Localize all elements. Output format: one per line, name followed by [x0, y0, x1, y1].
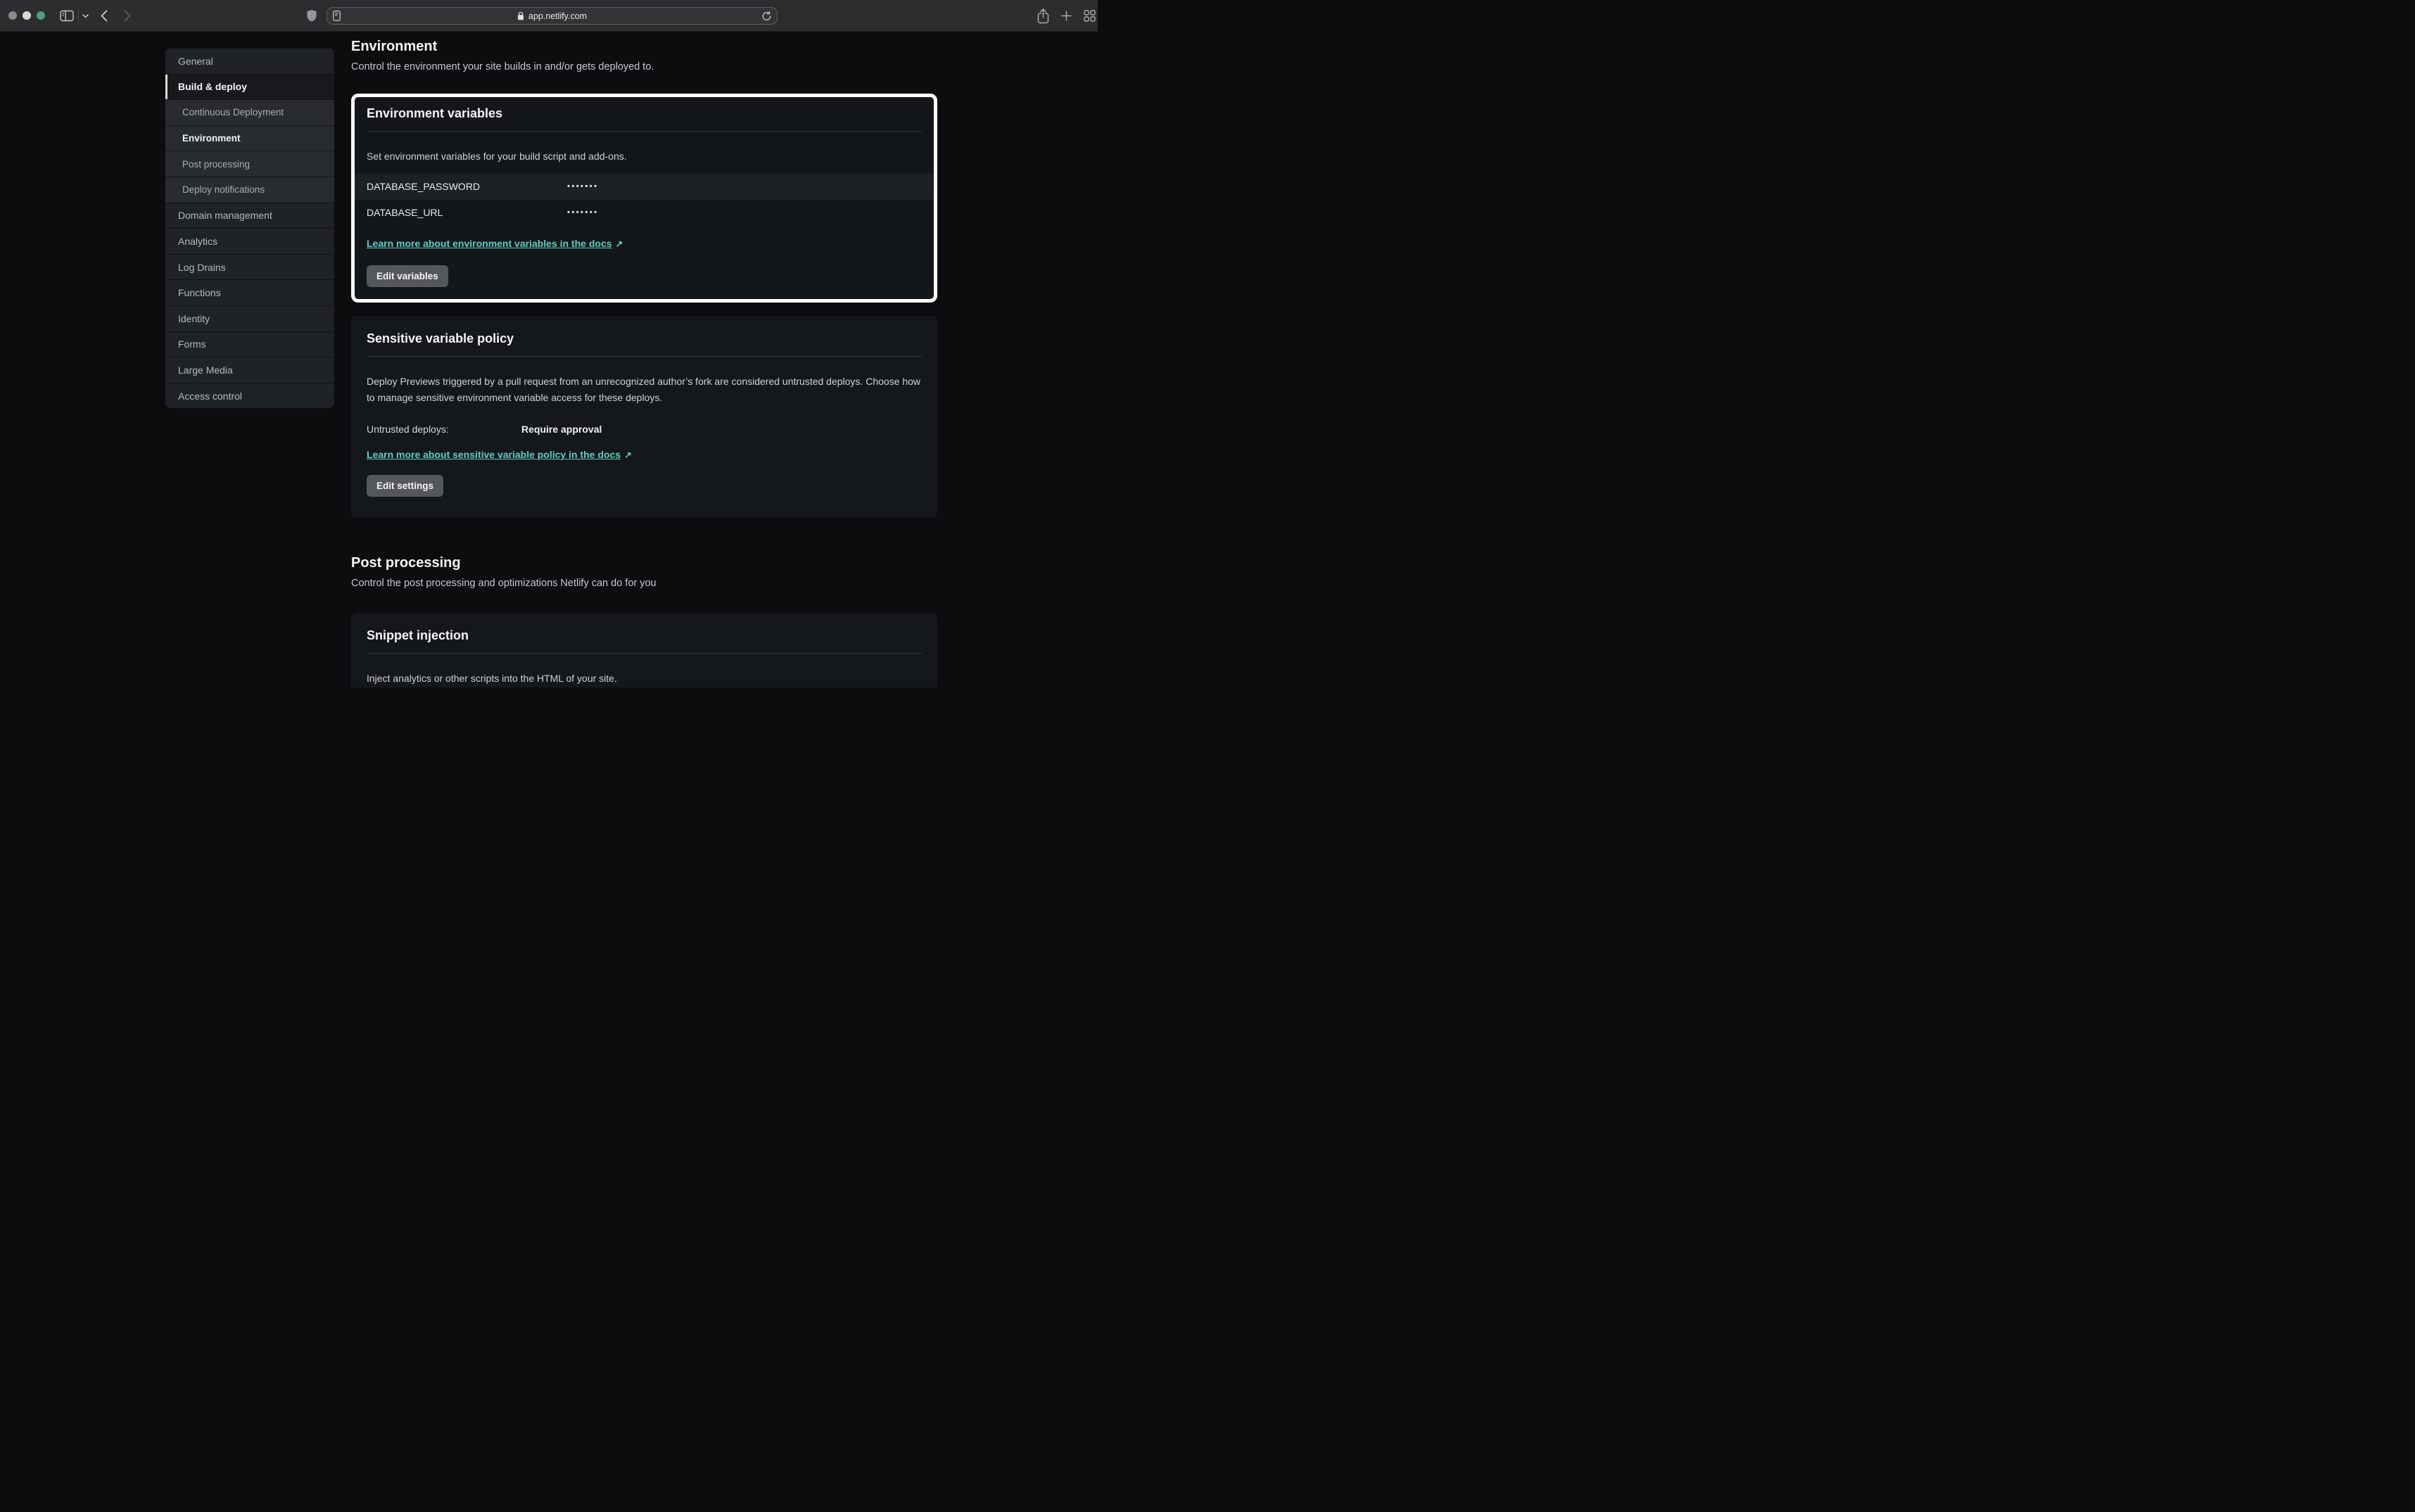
card-title: Snippet injection	[367, 628, 922, 643]
card-description: Set environment variables for your build…	[367, 148, 922, 165]
forward-button[interactable]	[121, 0, 134, 32]
env-docs-link[interactable]: Learn more about environment variables i…	[367, 238, 612, 249]
sidebar-item[interactable]: Deploy notifications	[165, 177, 334, 203]
sidebar-item[interactable]: Continuous Deployment	[165, 99, 334, 125]
card-title: Environment variables	[367, 106, 922, 121]
sidebar-item[interactable]: Large Media	[165, 357, 334, 383]
sidebar-item-label: Forms	[165, 338, 206, 350]
sidebar-item-label: Post processing	[165, 159, 250, 170]
new-tab-icon[interactable]	[1059, 0, 1073, 32]
sidebar-item[interactable]: Identity	[165, 305, 334, 331]
lock-icon	[517, 11, 524, 20]
page-icon[interactable]	[333, 11, 341, 21]
chevron-down-icon[interactable]	[80, 0, 91, 32]
card-divider	[367, 653, 922, 654]
toolbar-separator	[78, 9, 79, 23]
snippet-injection-card: Snippet injection Inject analytics or ot…	[351, 613, 937, 687]
sidebar-item[interactable]: Environment	[165, 125, 334, 151]
card-title: Sensitive variable policy	[367, 331, 922, 346]
sidebar-item[interactable]: Log Drains	[165, 254, 334, 280]
card-description: Deploy Previews triggered by a pull requ…	[367, 374, 922, 405]
address-bar[interactable]: app.netlify.com	[327, 7, 778, 25]
sidebar-item-label: Analytics	[165, 236, 217, 247]
page-subtitle: Control the environment your site builds…	[351, 61, 937, 72]
sidebar-item[interactable]: Functions	[165, 279, 334, 305]
env-var-row: DATABASE_PASSWORD •••••••	[355, 174, 934, 200]
sidebar-toggle-icon[interactable]	[58, 0, 75, 32]
post-processing-section: Post processing Control the post process…	[351, 555, 937, 589]
policy-docs-link[interactable]: Learn more about sensitive variable poli…	[367, 449, 621, 460]
external-link-arrow-icon: ↗	[616, 239, 623, 249]
untrusted-deploys-row: Untrusted deploys: Require approval	[367, 424, 922, 435]
sidebar-item[interactable]: Access control	[165, 383, 334, 409]
sidebar-item-label: General	[165, 56, 213, 67]
traffic-lights	[8, 11, 45, 20]
sidebar-item-label: Environment	[165, 133, 241, 144]
tab-overview-icon[interactable]	[1082, 0, 1097, 32]
sidebar-item-label: Access control	[165, 390, 242, 402]
card-description: Inject analytics or other scripts into t…	[367, 671, 922, 687]
shield-icon[interactable]	[305, 0, 319, 32]
zoom-window-button[interactable]	[37, 11, 45, 20]
url-text: app.netlify.com	[528, 11, 587, 21]
section-title: Post processing	[351, 555, 937, 571]
sidebar-item-label: Domain management	[165, 210, 272, 221]
sidebar-item-label: Large Media	[165, 364, 233, 376]
env-var-row: DATABASE_URL •••••••	[355, 200, 934, 226]
env-var-key: DATABASE_URL	[367, 207, 567, 218]
sidebar-item[interactable]: Forms	[165, 331, 334, 357]
edit-settings-button[interactable]: Edit settings	[367, 475, 443, 497]
environment-variables-card: Environment variables Set environment va…	[351, 94, 937, 303]
settings-nav: General Build & deploy Continuous Deploy…	[165, 48, 334, 408]
close-window-button[interactable]	[8, 11, 17, 20]
untrusted-deploys-value: Require approval	[521, 424, 602, 435]
section-subtitle: Control the post processing and optimiza…	[351, 578, 937, 589]
back-button[interactable]	[98, 0, 110, 32]
untrusted-deploys-label: Untrusted deploys:	[367, 424, 521, 435]
sidebar-item[interactable]: Analytics	[165, 228, 334, 254]
minimize-window-button[interactable]	[23, 11, 31, 20]
sidebar-item-label: Build & deploy	[165, 81, 247, 92]
refresh-icon[interactable]	[761, 11, 772, 22]
env-var-list: DATABASE_PASSWORD ••••••• DATABASE_URL •…	[355, 174, 934, 226]
sidebar-item-label: Identity	[165, 313, 210, 324]
env-var-value-masked: •••••••	[567, 208, 598, 217]
card-divider	[367, 131, 922, 132]
sidebar-item[interactable]: General	[165, 48, 334, 74]
sidebar-item-label: Deploy notifications	[165, 184, 265, 195]
main-column: Environment Control the environment your…	[351, 32, 937, 72]
env-var-value-masked: •••••••	[567, 182, 598, 191]
sensitive-variable-policy-card: Sensitive variable policy Deploy Preview…	[351, 316, 937, 518]
sidebar-item-label: Log Drains	[165, 262, 226, 273]
sidebar-item[interactable]: Post processing	[165, 151, 334, 177]
external-link-arrow-icon: ↗	[624, 450, 632, 460]
card-divider	[367, 356, 922, 357]
browser-toolbar: app.netlify.com	[0, 0, 1098, 32]
page-content: General Build & deploy Continuous Deploy…	[0, 32, 1098, 687]
sidebar-item-label: Continuous Deployment	[165, 107, 284, 117]
edit-variables-button[interactable]: Edit variables	[367, 265, 448, 287]
sidebar-item-label: Functions	[165, 287, 221, 298]
share-icon[interactable]	[1035, 0, 1051, 32]
env-var-key: DATABASE_PASSWORD	[367, 181, 567, 192]
page-title: Environment	[351, 32, 937, 55]
sidebar-item[interactable]: Domain management	[165, 203, 334, 229]
safari-window: app.netlify.com	[0, 0, 1098, 687]
sidebar-item[interactable]: Build & deploy	[165, 74, 334, 100]
